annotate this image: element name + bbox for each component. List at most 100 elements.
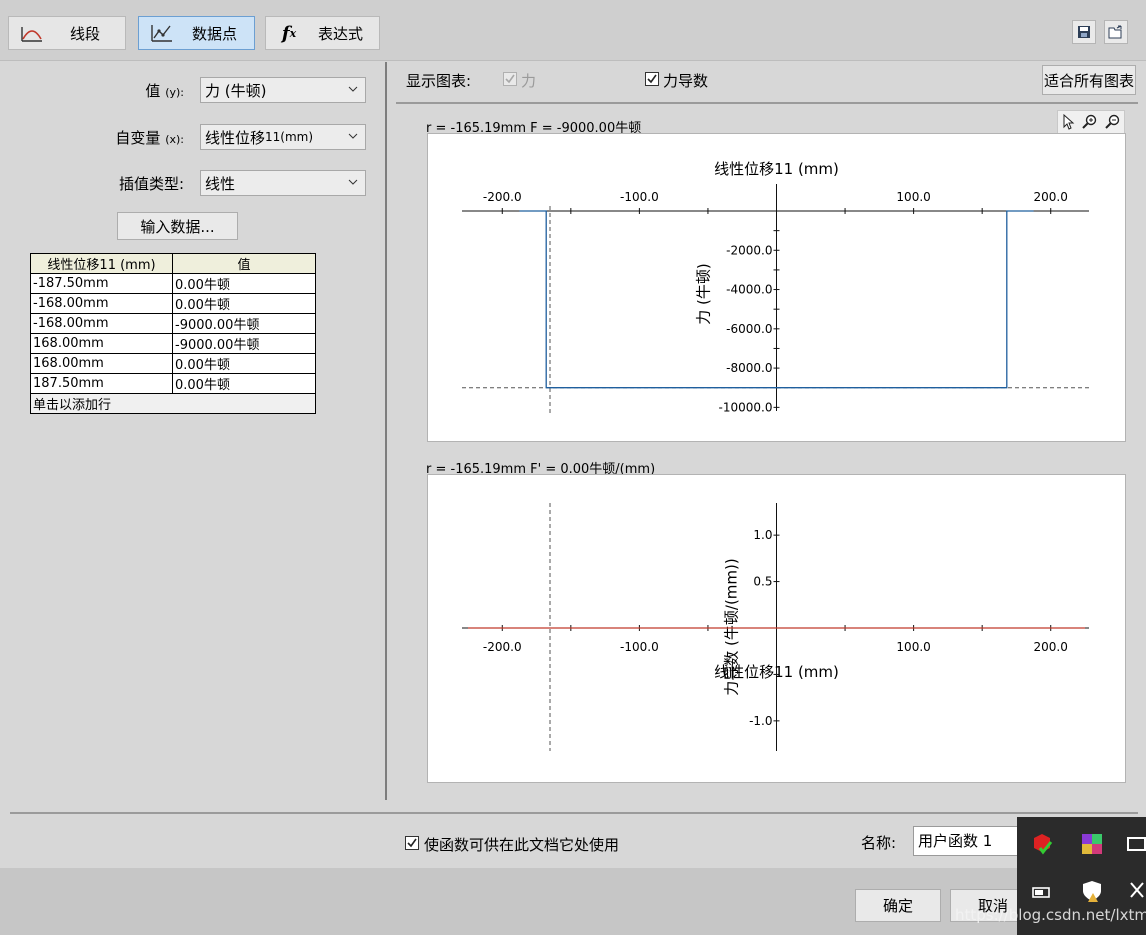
derivative-checkbox[interactable]	[645, 72, 659, 86]
derivative-chart[interactable]: -200.0 -100.0 100.0 200.01.00.5-1.0线性位移11 (…	[428, 475, 1125, 782]
watermark: https://blog.csdn.net/lxtm5	[955, 906, 1146, 924]
check-icon	[647, 74, 657, 84]
table-cell[interactable]: -168.00mm	[30, 293, 173, 314]
add-row-cell[interactable]: 单击以添加行	[30, 393, 316, 414]
y-tick-label: -6000.0	[726, 322, 772, 336]
zoom-in-icon[interactable]	[1082, 114, 1098, 130]
tab-expression-label: 表达式	[317, 24, 363, 43]
table-cell[interactable]: 168.00mm	[30, 333, 173, 354]
open-icon	[1108, 25, 1122, 39]
table-row[interactable]: -168.00mm 0.00牛顿	[30, 293, 316, 314]
y-tick-label: 0.5	[753, 575, 772, 589]
y-tick-label: -10000.0	[719, 400, 773, 414]
table-cell[interactable]: -187.50mm	[30, 273, 173, 294]
tab-segment-label: 线段	[69, 24, 100, 43]
value-label: 值 (y):	[60, 80, 184, 101]
colors-tray-icon[interactable]	[1081, 833, 1103, 855]
interp-select[interactable]: 线性	[200, 170, 366, 196]
variable-label-text: 自变量	[115, 129, 161, 147]
table-cell[interactable]: 0.00牛顿	[172, 273, 316, 294]
value-select-text: 力 (牛顿)	[205, 81, 267, 100]
table-row[interactable]: 168.00mm 0.00牛顿	[30, 353, 316, 374]
tab-datapoints[interactable]: 数据点	[138, 16, 255, 50]
tab-expression[interactable]: fx 表达式	[265, 16, 380, 50]
panel-splitter[interactable]	[385, 62, 387, 800]
open-button[interactable]	[1104, 20, 1128, 44]
table-header: 线性位移11 (mm) 值	[30, 253, 316, 274]
x-tick-label: 200.0	[1034, 640, 1068, 654]
input-data-button[interactable]: 输入数据...	[117, 212, 238, 240]
y-tick-label: -2000.0	[726, 243, 772, 257]
divider	[396, 102, 1138, 104]
show-charts-label: 显示图表:	[406, 72, 472, 90]
zoom-out-icon[interactable]	[1104, 114, 1121, 130]
force-checkbox[interactable]	[503, 72, 517, 86]
table-cell[interactable]: -9000.00牛顿	[172, 333, 316, 354]
force-chart-panel[interactable]: -200.0 -100.0 100.0 200.0 -2000.0 -4000.0 -600…	[427, 133, 1126, 442]
save-button[interactable]	[1072, 20, 1096, 44]
name-label: 名称:	[861, 834, 897, 852]
app-tray-icon[interactable]	[1031, 833, 1053, 855]
variable-select-sub: 11(mm)	[265, 130, 314, 144]
chart-tools	[1057, 110, 1125, 134]
add-row[interactable]: 单击以添加行	[30, 393, 316, 414]
table-cell[interactable]: 0.00牛顿	[172, 353, 316, 374]
table-row[interactable]: 187.50mm 0.00牛顿	[30, 373, 316, 394]
derivative-checkbox-label: 力导数	[663, 72, 709, 90]
variable-label: 自变量 (x):	[60, 127, 184, 148]
table-cell[interactable]: -9000.00牛顿	[172, 313, 316, 334]
interp-label: 插值类型:	[118, 175, 184, 193]
bottom-divider	[10, 812, 1138, 814]
variable-label-sub: (x):	[165, 133, 184, 146]
y-tick-label: -1.0	[749, 714, 772, 728]
share-function-checkbox[interactable]	[405, 836, 419, 850]
variable-select[interactable]: 线性位移 11(mm)	[200, 124, 366, 150]
value-label-sub: (y):	[165, 86, 184, 99]
display-tray-icon[interactable]	[1127, 835, 1146, 853]
x-tick-label: 200.0	[1034, 190, 1068, 204]
check-icon	[505, 74, 515, 84]
table-cell[interactable]: -168.00mm	[30, 313, 173, 334]
close-icon[interactable]	[1129, 881, 1145, 899]
shield-icon[interactable]	[1081, 879, 1103, 903]
fx-icon: fx	[281, 22, 297, 44]
table-header-value: 值	[172, 253, 316, 274]
table-row[interactable]: -168.00mm -9000.00牛顿	[30, 313, 316, 334]
y-axis-title: 力导数 (牛顿/(mm))	[723, 558, 741, 695]
value-select[interactable]: 力 (牛顿)	[200, 77, 366, 103]
chevron-down-icon	[348, 179, 358, 185]
table-cell[interactable]: 0.00牛顿	[172, 293, 316, 314]
table-cell[interactable]: 168.00mm	[30, 353, 173, 374]
table-header-x: 线性位移11 (mm)	[30, 253, 173, 274]
value-label-text: 值	[145, 82, 161, 100]
name-input[interactable]: 用户函数 1	[913, 826, 1023, 856]
x-axis-title: 线性位移11 (mm)	[714, 160, 839, 178]
check-icon	[407, 838, 417, 848]
x-tick-label: -200.0	[483, 640, 522, 654]
force-checkbox-label: 力	[521, 72, 537, 90]
data-table: 线性位移11 (mm) 值 -187.50mm 0.00牛顿 -168.00mm 0…	[30, 253, 316, 414]
table-cell[interactable]: 187.50mm	[30, 373, 173, 394]
derivative-chart-panel[interactable]: -200.0 -100.0 100.0 200.0 1.0 0.5 -1.0 线性位移11 (…	[427, 474, 1126, 783]
battery-tray-icon[interactable]	[1031, 881, 1053, 903]
interp-select-text: 线性	[205, 174, 236, 193]
y-tick-label: 1.0	[753, 528, 772, 542]
save-icon	[1078, 26, 1090, 38]
table-row[interactable]: 168.00mm -9000.00牛顿	[30, 333, 316, 354]
x-tick-label: 100.0	[896, 190, 930, 204]
chevron-down-icon	[348, 133, 358, 139]
x-tick-label: 100.0	[896, 640, 930, 654]
tab-segment[interactable]: 线段	[8, 16, 126, 50]
share-function-label: 使函数可供在此文档它处使用	[424, 836, 620, 854]
table-row[interactable]: -187.50mm 0.00牛顿	[30, 273, 316, 294]
force-chart[interactable]: -200.0 -100.0 100.0 200.0 -2000.0 -4000.0 -600…	[428, 134, 1125, 441]
table-cell[interactable]: 0.00牛顿	[172, 373, 316, 394]
tab-datapoints-label: 数据点	[191, 24, 237, 43]
x-tick-label: -100.0	[620, 190, 659, 204]
ok-button[interactable]: 确定	[855, 889, 941, 922]
variable-select-text: 线性位移	[205, 128, 266, 147]
fit-all-charts-button[interactable]: 适合所有图表	[1042, 65, 1136, 95]
pointer-icon[interactable]	[1061, 114, 1075, 130]
chevron-down-icon	[348, 86, 358, 92]
x-tick-label: -200.0	[483, 190, 522, 204]
